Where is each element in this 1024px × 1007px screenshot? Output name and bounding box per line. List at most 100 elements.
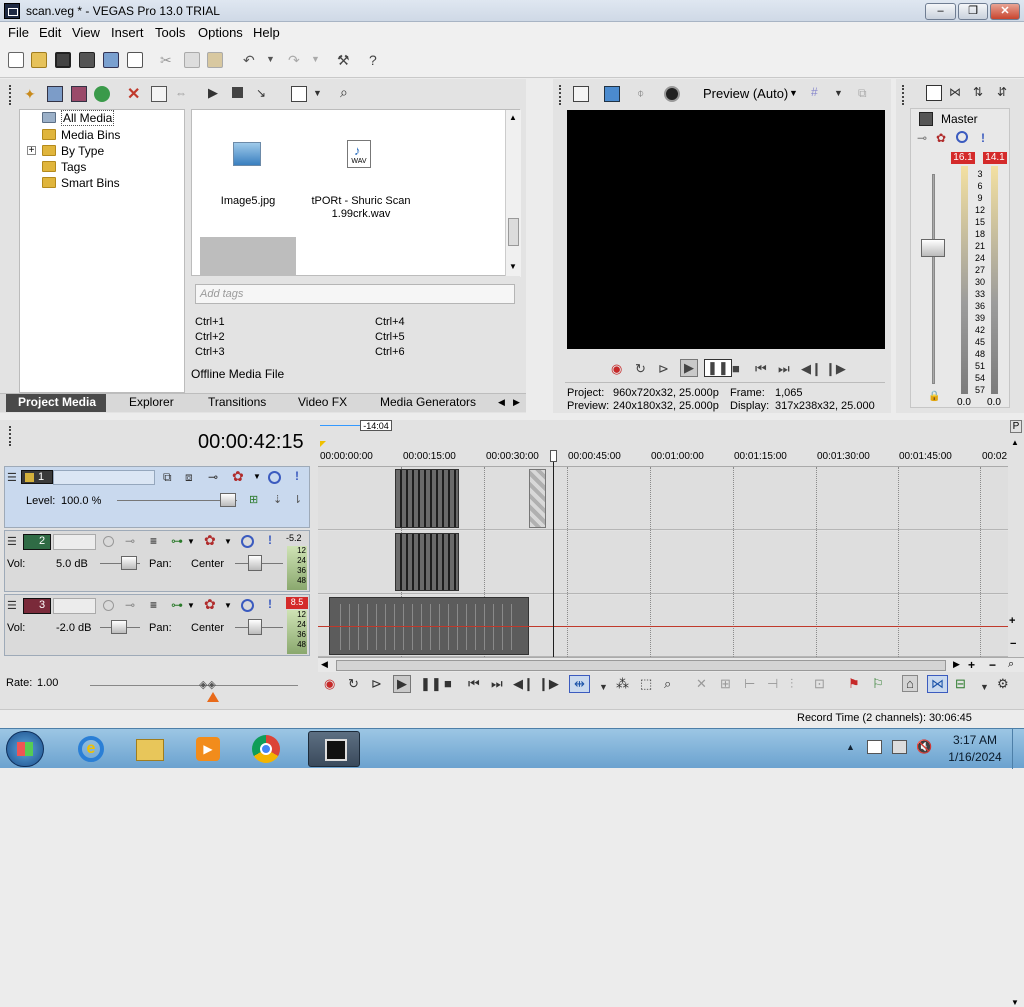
volume-muted-icon[interactable]: 🔇 — [916, 739, 932, 755]
taskbar-chrome[interactable] — [240, 731, 292, 767]
network-icon[interactable] — [892, 740, 907, 754]
track-header-audio-3[interactable]: ☰ 3 ⊸ ≡ ⊶ ▼ ✿ ▼ ! 8.5 12 24 36 48 Vol: -2.0… — [4, 594, 310, 656]
media-properties-icon[interactable] — [151, 86, 167, 102]
edit-tool-dropdown-icon[interactable]: ▼ — [599, 682, 608, 692]
menu-view[interactable]: View — [72, 25, 100, 40]
h-zoom-in-icon[interactable]: + — [968, 658, 975, 672]
overlays-dropdown-icon[interactable]: ▼ — [834, 88, 850, 104]
go-to-end-icon[interactable]: ⏭ — [778, 361, 790, 377]
master-solo-icon[interactable]: ! — [981, 131, 985, 145]
video-output-fx-icon[interactable] — [573, 86, 589, 102]
pause-icon[interactable]: ❚❚ — [420, 676, 442, 692]
undo-icon[interactable]: ↶ — [243, 52, 259, 68]
views-icon[interactable] — [291, 86, 307, 102]
master-mute-icon[interactable] — [956, 131, 968, 143]
track-motion-icon[interactable]: ⧉ — [163, 470, 172, 485]
render-icon[interactable] — [103, 52, 119, 68]
zoom-edit-icon[interactable]: ⌕ — [664, 676, 671, 692]
search-icon[interactable]: ⌕ — [340, 84, 356, 100]
enable-snapping-icon[interactable]: ⌂ — [902, 675, 918, 692]
previous-frame-icon[interactable]: ◀❙ — [513, 676, 534, 692]
track-name-field[interactable] — [53, 470, 155, 485]
save-as-icon[interactable] — [79, 52, 95, 68]
track-expand-icon[interactable]: ⊞ — [249, 493, 258, 506]
track-fx-dropdown-icon[interactable]: ▼ — [253, 472, 261, 481]
next-frame-icon[interactable]: ❙▶ — [538, 676, 559, 692]
auto-preview-icon[interactable]: ↘ — [256, 86, 272, 102]
track-minimize-icon[interactable]: ☰ — [7, 535, 17, 548]
split-screen-icon[interactable]: ⌽ — [637, 86, 653, 102]
taskbar-ie[interactable]: e — [66, 731, 118, 767]
track-header-audio-2[interactable]: ☰ 2 ⊸ ≡ ⊶ ▼ ✿ ▼ ! -5.2 12 24 36 48 Vol: 5.0… — [4, 530, 310, 592]
tree-item-tags[interactable]: Tags — [42, 159, 86, 174]
scroll-thumb[interactable] — [508, 218, 519, 246]
downmix-icon[interactable]: ⋈ — [949, 85, 965, 101]
dim-output-icon[interactable]: ⇅ — [973, 85, 989, 101]
media-thumbnail-placeholder[interactable] — [200, 237, 296, 277]
preview-dropdown-icon[interactable]: ▼ — [789, 88, 805, 104]
show-desktop-button[interactable] — [1012, 729, 1024, 769]
start-button[interactable] — [6, 731, 44, 767]
master-fx-gear-icon[interactable]: ✿ — [936, 131, 946, 145]
lock-envelopes-icon[interactable]: ⚙ — [997, 676, 1009, 692]
external-monitor-icon[interactable] — [604, 86, 620, 102]
trim-icon[interactable]: ⊞ — [720, 676, 731, 692]
track-minimize-icon[interactable]: ☰ — [7, 471, 17, 484]
master-properties-icon[interactable] — [926, 85, 942, 101]
scroll-down-icon[interactable]: ▼ — [1011, 998, 1019, 1007]
timeline-grip[interactable] — [9, 426, 12, 446]
panel-grip[interactable] — [902, 85, 905, 105]
track-minimize-icon[interactable]: ☰ — [7, 599, 17, 612]
play-icon[interactable]: ▶ — [680, 359, 698, 377]
tab-project-media[interactable]: Project Media — [18, 395, 96, 409]
track-solo-icon[interactable]: ! — [268, 597, 272, 611]
play-from-start-icon[interactable]: ⊳ — [658, 361, 669, 377]
taskbar-vegas[interactable] — [308, 731, 360, 767]
insert-region-icon[interactable]: ⚐ — [872, 676, 884, 692]
tab-explorer[interactable]: Explorer — [129, 395, 174, 409]
auto-ripple-dropdown-icon[interactable]: ▼ — [980, 682, 989, 692]
media-item-image[interactable]: Image5.jpg — [192, 110, 304, 220]
track-fx-dropdown-icon[interactable]: ▼ — [224, 601, 232, 610]
track-output-icon[interactable]: ⊶ — [171, 534, 183, 548]
tab-video-fx[interactable]: Video FX — [298, 395, 347, 409]
vol-slider-handle[interactable] — [121, 556, 137, 570]
track-output-dropdown-icon[interactable]: ▼ — [187, 601, 195, 610]
loop-playback-icon[interactable]: ↻ — [348, 676, 359, 692]
master-fader-handle[interactable] — [921, 239, 945, 257]
playhead-handle[interactable] — [550, 450, 557, 462]
media-fx-icon[interactable]: ⇔ — [175, 86, 191, 102]
tree-item-smart-bins[interactable]: Smart Bins — [42, 175, 120, 190]
views-dropdown-icon[interactable]: ▼ — [313, 88, 329, 104]
level-slider-handle[interactable] — [220, 493, 236, 507]
minimize-button[interactable]: ‒ — [925, 3, 956, 20]
loop-icon[interactable]: ↻ — [635, 361, 646, 377]
redo-dropdown-icon[interactable]: ▼ — [311, 54, 327, 70]
rate-slider-handle[interactable]: ◈◈ — [199, 678, 216, 691]
stop-icon[interactable]: ■ — [444, 676, 452, 691]
lock-faders-icon[interactable]: ⇵ — [997, 85, 1013, 101]
copy-snapshot-icon[interactable]: ⧉ — [858, 86, 874, 102]
import-media-icon[interactable]: ✦ — [24, 86, 40, 102]
panel-grip[interactable] — [559, 85, 562, 105]
new-icon[interactable] — [8, 52, 24, 68]
delete-icon[interactable]: ✕ — [696, 676, 707, 692]
open-icon[interactable] — [31, 52, 47, 68]
whats-this-icon[interactable]: ? — [369, 52, 385, 68]
loop-region-marker[interactable]: -14:04 — [360, 420, 392, 431]
go-to-end-icon[interactable]: ⏭ — [491, 676, 503, 692]
marker-toggle-icon[interactable]: P — [1010, 420, 1022, 433]
h-scroll-thumb[interactable] — [336, 660, 946, 671]
insert-marker-icon[interactable]: ⚑ — [848, 676, 860, 692]
track-name-field[interactable] — [53, 598, 96, 614]
action-center-icon[interactable] — [867, 740, 882, 754]
media-item-wav[interactable]: ♪ WAV tPORt - Shuric Scan 1.99crk.wav — [304, 110, 416, 220]
taskbar-media-player[interactable]: ▶ — [182, 731, 234, 767]
tab-media-generators[interactable]: Media Generators — [380, 395, 476, 409]
add-tags-input[interactable]: Add tags — [195, 284, 515, 304]
track-keyframe-icon[interactable]: ⇂ — [293, 493, 302, 506]
track-arm-record-icon[interactable] — [103, 536, 114, 547]
tree-item-by-type[interactable]: + By Type — [27, 143, 104, 158]
selection-edit-icon[interactable]: ⬚ — [640, 676, 652, 692]
tree-item-all-media[interactable]: All Media — [42, 109, 115, 126]
